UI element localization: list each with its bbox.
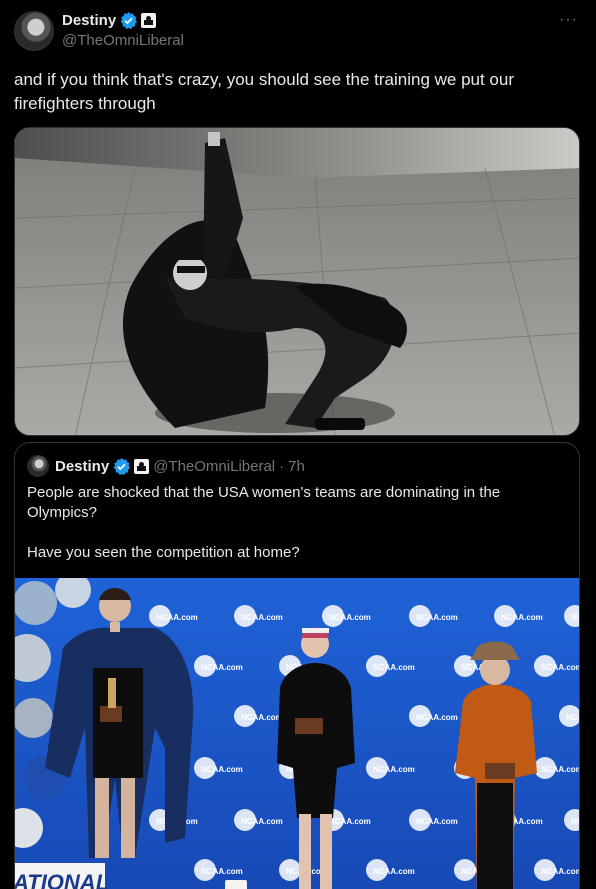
separator-dot: · <box>279 457 285 475</box>
ncaa-logo-text: NCAA.com <box>416 817 458 826</box>
ncaa-logo-text: NCAA.com <box>201 867 243 876</box>
ncaa-logo-text: NCAA.com <box>541 663 580 672</box>
ncaa-logo-text: NCAA.com <box>373 765 415 774</box>
affiliation-badge-icon <box>134 458 150 474</box>
ncaa-logo-text: NCAA.com <box>156 613 198 622</box>
ncaa-logo-text: NCAA.com <box>329 613 371 622</box>
ncaa-logo-text: NCAA.com <box>241 713 283 722</box>
ncaa-logo-text: NCAA.com <box>241 613 283 622</box>
tweet-gif-image[interactable] <box>14 127 580 436</box>
quoted-tweet[interactable]: Destiny @TheOmniLiberal · 7h People are … <box>14 442 580 889</box>
ncaa-logo-text: NCAA.com <box>373 867 415 876</box>
quoted-tweet-image[interactable]: NCAA.com NCAA.com NCAA.com NCAA.com NCAA.com… <box>15 578 580 889</box>
podium-scene: NCAA.com NCAA.com NCAA.com NCAA.com NCAA.com… <box>15 578 580 889</box>
podium-banner: ATIONAL <box>15 863 109 889</box>
quoted-author-name: Destiny <box>55 457 110 475</box>
ncaa-logo-text: NCAA.com <box>541 867 580 876</box>
quoted-timestamp: 7h <box>288 457 305 475</box>
ncaa-logo-text: NCAA.com <box>373 663 415 672</box>
more-options-icon[interactable]: ··· <box>559 11 578 29</box>
ncaa-logo-text: NCAA.com <box>501 613 543 622</box>
ncaa-logo-text: NCAA.com <box>241 817 283 826</box>
affiliation-badge-icon[interactable] <box>141 13 157 28</box>
ncaa-logo-text: NCAA.com <box>571 613 580 622</box>
author-name-row: Destiny <box>62 12 157 29</box>
ncaa-logo-text: NCAA.com <box>416 613 458 622</box>
ncaa-logo-text: NCAA.com <box>541 765 580 774</box>
verified-badge-icon <box>113 457 131 475</box>
quoted-text-line-2: Have you seen the competition at home? <box>27 544 300 561</box>
ncaa-logo-text: NCAA.com <box>566 713 580 722</box>
quoted-author-avatar <box>27 455 49 477</box>
quoted-tweet-text: People are shocked that the USA women's … <box>27 483 567 563</box>
ncaa-logo-text: NCAA.com <box>329 817 371 826</box>
ncaa-logo-text: NCAA.com <box>571 817 580 826</box>
author-name[interactable]: Destiny <box>62 12 116 29</box>
ncaa-logo-text: NCAA.com <box>201 765 243 774</box>
author-avatar[interactable] <box>14 11 54 51</box>
quoted-tweet-header: Destiny @TheOmniLiberal · 7h <box>27 455 305 477</box>
ncaa-logo-text: NCAA.com <box>201 663 243 672</box>
ncaa-logo-text: NCAA.com <box>416 713 458 722</box>
tweet-text: and if you think that's crazy, you shoul… <box>14 70 514 113</box>
matrix-dodge-scene <box>15 128 579 435</box>
quoted-text-line-1: People are shocked that the USA women's … <box>27 484 501 521</box>
verified-badge-icon <box>120 12 138 29</box>
tweet-header: Destiny @TheOmniLiberal ··· <box>14 11 584 51</box>
svg-text:ATIONAL: ATIONAL <box>15 870 109 889</box>
quoted-author-handle: @TheOmniLiberal <box>153 457 276 475</box>
author-handle[interactable]: @TheOmniLiberal <box>62 32 184 49</box>
